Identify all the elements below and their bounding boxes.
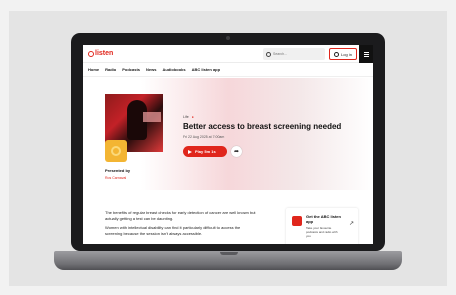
nav-item-app[interactable]: ABC listen app xyxy=(192,67,220,72)
laptop-screen: listen Log in Home Radio Podcasts News A… xyxy=(83,45,373,244)
login-button[interactable]: Log in xyxy=(329,48,357,60)
episode-kicker: Life ● xyxy=(183,115,194,119)
search-box[interactable] xyxy=(263,48,325,60)
search-icon xyxy=(266,51,271,57)
presented-by-label: Presented by xyxy=(105,168,131,173)
episode-title: Better access to breast screening needed xyxy=(183,122,342,131)
main-nav: Home Radio Podcasts News Audiobooks ABC … xyxy=(83,63,373,77)
play-button[interactable]: Play 5m 1s xyxy=(183,146,227,157)
user-icon xyxy=(334,51,340,57)
search-input[interactable] xyxy=(273,52,321,56)
logo-text: listen xyxy=(95,50,114,57)
hamburger-icon xyxy=(363,51,369,53)
nav-item-audiobooks[interactable]: Audiobooks xyxy=(163,67,186,72)
episode-description: The benefits of regular breast checks fo… xyxy=(105,210,257,240)
play-icon xyxy=(188,149,192,154)
share-icon: ➦ xyxy=(233,149,240,155)
external-link-icon: ↗ xyxy=(349,221,355,227)
nav-item-podcasts[interactable]: Podcasts xyxy=(122,67,140,72)
webcam xyxy=(226,36,230,40)
nav-item-home[interactable]: Home xyxy=(88,67,99,72)
site-logo[interactable]: listen xyxy=(88,50,113,57)
app-promo-subtitle: Take your favourite podcasts and radio w… xyxy=(306,226,338,238)
presenter-link[interactable]: Ros Carnaval xyxy=(105,176,126,180)
laptop-lid: listen Log in Home Radio Podcasts News A… xyxy=(71,33,385,251)
abc-logo-icon xyxy=(88,50,94,57)
share-button[interactable]: ➦ xyxy=(231,146,242,157)
laptop-base xyxy=(54,251,402,270)
kicker-label: Life xyxy=(183,115,189,119)
description-paragraph: Women with intellectual disability can f… xyxy=(105,225,241,236)
laptop-notch xyxy=(220,252,238,255)
site-header: listen Log in xyxy=(83,45,373,63)
episode-date: Fri 22 Aug 2025 at 7:00am xyxy=(183,135,225,139)
menu-button[interactable] xyxy=(359,45,373,63)
app-icon xyxy=(292,216,302,226)
app-promo-card[interactable]: Get the ABC listen app Take your favouri… xyxy=(286,208,358,244)
nav-item-news[interactable]: News xyxy=(146,67,156,72)
login-label: Log in xyxy=(341,51,352,57)
episode-hero: Life ● Better access to breast screening… xyxy=(83,78,373,190)
nav-item-radio[interactable]: Radio xyxy=(105,67,116,72)
play-label: Play 5m 1s xyxy=(195,149,216,154)
program-badge-icon xyxy=(105,140,127,162)
description-paragraph: The benefits of regular breast checks fo… xyxy=(105,210,256,221)
app-promo-title: Get the ABC listen app xyxy=(306,214,341,224)
live-dot-icon: ● xyxy=(191,115,194,119)
